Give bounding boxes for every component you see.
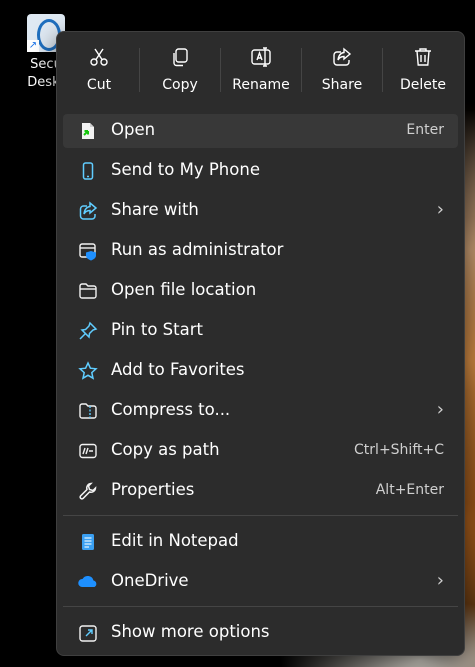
context-menu-toolbar: Cut Copy Rename Share Delete	[57, 32, 464, 104]
rename-button[interactable]: Rename	[221, 32, 301, 104]
menu-item-copy-as-path[interactable]: Copy as path Ctrl+Shift+C	[63, 434, 458, 468]
more-options-icon	[77, 622, 99, 644]
wrench-icon	[77, 480, 99, 502]
menu-item-label: Share with	[111, 200, 199, 219]
menu-divider	[63, 515, 458, 516]
delete-button[interactable]: Delete	[383, 32, 463, 104]
menu-item-label: Pin to Start	[111, 320, 203, 339]
chevron-right-icon: ›	[436, 570, 444, 591]
menu-item-label: Properties	[111, 480, 195, 499]
menu-item-label: Copy as path	[111, 440, 220, 459]
menu-item-label: Show more options	[111, 622, 270, 641]
menu-item-label: Compress to...	[111, 400, 231, 419]
copy-label: Copy	[162, 77, 198, 93]
menu-item-label: OneDrive	[111, 571, 189, 590]
shield-icon	[77, 240, 99, 262]
menu-item-edit-in-notepad[interactable]: Edit in Notepad	[63, 525, 458, 559]
zip-folder-icon	[77, 400, 99, 422]
menu-item-send-to-phone[interactable]: Send to My Phone	[63, 154, 458, 188]
menu-item-onedrive[interactable]: OneDrive ›	[63, 565, 458, 599]
star-icon	[77, 360, 99, 382]
menu-item-properties[interactable]: Properties Alt+Enter	[63, 474, 458, 508]
rename-icon	[221, 46, 301, 68]
trash-icon	[383, 46, 463, 68]
copy-path-icon	[77, 440, 99, 462]
menu-item-shortcut: Alt+Enter	[375, 482, 444, 498]
share-icon	[302, 46, 382, 68]
share-with-icon	[77, 200, 99, 222]
phone-icon	[77, 160, 99, 182]
scissors-icon	[59, 46, 139, 68]
menu-item-show-more-options[interactable]: Show more options	[63, 616, 458, 650]
menu-item-pin-to-start[interactable]: Pin to Start	[63, 314, 458, 348]
menu-item-add-to-favorites[interactable]: Add to Favorites	[63, 354, 458, 388]
menu-item-label: Open	[111, 120, 156, 139]
pin-icon	[77, 320, 99, 342]
share-label: Share	[321, 77, 363, 93]
menu-item-run-as-admin[interactable]: Run as administrator	[63, 234, 458, 268]
share-button[interactable]: Share	[302, 32, 382, 104]
menu-item-share-with[interactable]: Share with ›	[63, 194, 458, 228]
cut-label: Cut	[86, 77, 112, 93]
menu-item-shortcut: Ctrl+Shift+C	[354, 442, 444, 458]
menu-item-open-file-location[interactable]: Open file location	[63, 274, 458, 308]
copy-button[interactable]: Copy	[140, 32, 220, 104]
cut-button[interactable]: Cut	[59, 32, 139, 104]
chevron-right-icon: ›	[436, 399, 444, 420]
rename-label: Rename	[232, 77, 290, 93]
menu-divider	[63, 606, 458, 607]
menu-item-open[interactable]: Open Enter	[63, 114, 458, 148]
menu-item-label: Add to Favorites	[111, 360, 245, 379]
menu-item-label: Send to My Phone	[111, 160, 260, 179]
menu-item-label: Open file location	[111, 280, 257, 299]
notepad-icon	[77, 531, 99, 553]
menu-item-label: Edit in Notepad	[111, 531, 239, 550]
menu-item-label: Run as administrator	[111, 240, 284, 259]
delete-label: Delete	[400, 77, 446, 93]
open-icon	[77, 120, 99, 142]
menu-item-compress-to[interactable]: Compress to... ›	[63, 394, 458, 428]
folder-icon	[77, 280, 99, 302]
context-menu: Cut Copy Rename Share Delete Open Enter …	[56, 31, 465, 656]
chevron-right-icon: ›	[436, 199, 444, 220]
menu-item-shortcut: Enter	[406, 122, 444, 138]
onedrive-icon	[77, 571, 99, 593]
copy-icon	[140, 46, 220, 68]
